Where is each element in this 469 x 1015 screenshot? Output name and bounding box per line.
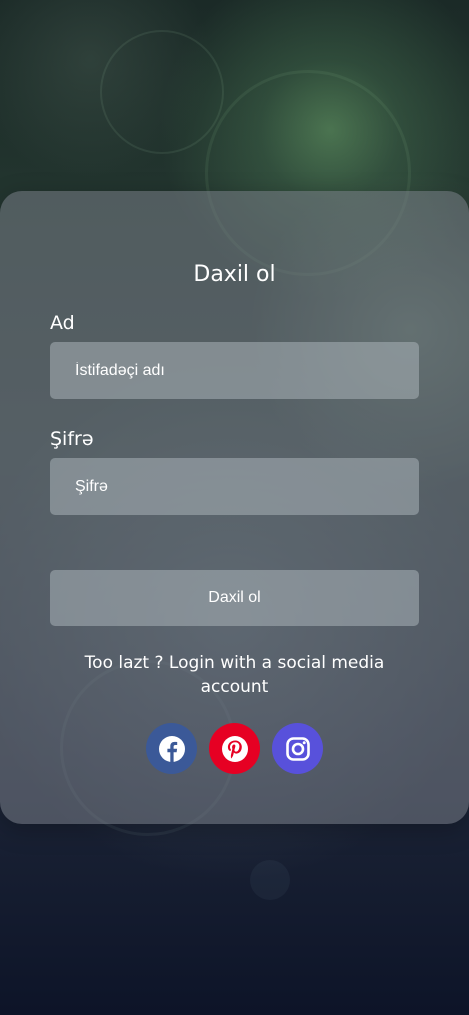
- instagram-icon: [285, 736, 310, 761]
- background-bokeh: [250, 860, 290, 900]
- password-label: Şifrə: [50, 428, 94, 450]
- facebook-icon: [158, 735, 185, 762]
- login-button[interactable]: Daxil ol: [50, 570, 419, 626]
- login-title: Daxil ol: [193, 262, 276, 287]
- username-label: Ad: [50, 312, 75, 334]
- login-card: Daxil ol Ad Şifrə Daxil ol Too lazt ? Lo…: [0, 191, 469, 824]
- social-login-prompt: Too lazt ? Login with a social media acc…: [84, 653, 385, 697]
- social-login-buttons: [0, 723, 469, 775]
- pinterest-login-button[interactable]: [209, 723, 260, 774]
- password-input[interactable]: [50, 458, 419, 515]
- pinterest-icon: [221, 735, 248, 762]
- background-bokeh: [100, 30, 224, 154]
- facebook-login-button[interactable]: [146, 723, 197, 774]
- instagram-login-button[interactable]: [272, 723, 323, 774]
- username-input[interactable]: [50, 342, 419, 399]
